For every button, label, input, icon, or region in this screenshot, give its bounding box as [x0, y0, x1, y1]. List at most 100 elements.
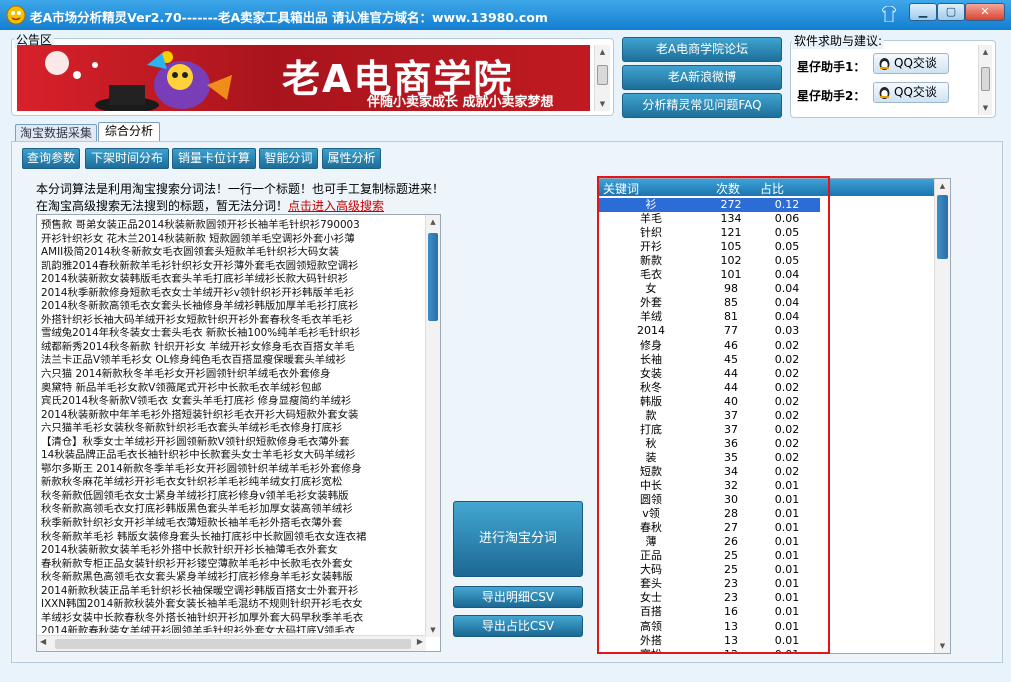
ratio-cell: 0.03	[774, 324, 800, 338]
export-ratio-button[interactable]: 导出占比CSV	[453, 615, 583, 637]
keyword-row[interactable]: 毛衣 101 0.04	[599, 268, 934, 282]
keyword-cell: 百搭	[640, 605, 662, 619]
keyword-row[interactable]: 外搭 13 0.01	[599, 634, 934, 648]
ratio-cell: 0.01	[757, 648, 817, 653]
count-cell: 85	[724, 296, 738, 310]
maximize-button[interactable]: ▢	[937, 3, 965, 21]
keyword-row[interactable]: 女装 44 0.02	[599, 367, 934, 381]
attribute-analysis-button[interactable]: 属性分析	[322, 148, 381, 169]
keyword-row[interactable]: 宽松 120.01	[599, 648, 934, 653]
faq-link-button[interactable]: 分析精灵常见问题FAQ	[622, 93, 782, 118]
smart-segment-button[interactable]: 智能分词	[259, 148, 318, 169]
weibo-link-button[interactable]: 老A新浪微博	[622, 65, 782, 90]
keyword-cell: 秋	[645, 436, 657, 450]
keyword-cell: 修身	[640, 338, 662, 352]
keyword-row[interactable]: 2014 77 0.03	[599, 324, 934, 338]
header-count[interactable]: 次数	[716, 180, 740, 197]
qq-chat-button-1[interactable]: QQ交谈	[873, 53, 949, 74]
count-cell: 23	[724, 591, 738, 605]
keyword-row[interactable]: 针织 121 0.05	[599, 226, 934, 240]
header-ratio[interactable]: 占比	[760, 180, 784, 197]
help-label: 软件求助与建议:	[792, 32, 885, 49]
ratio-cell: 0.02	[774, 338, 800, 352]
keyword-cell: 宽松	[621, 648, 681, 653]
keyword-row[interactable]: 短款 34 0.02	[599, 465, 934, 479]
keyword-row[interactable]: 打底 37 0.02	[599, 423, 934, 437]
keyword-cell: 女士	[640, 591, 662, 605]
count-cell: 105	[720, 240, 742, 254]
keyword-row[interactable]: 正品 25 0.01	[599, 549, 934, 563]
count-cell: 25	[724, 549, 738, 563]
keyword-row[interactable]: 开衫 105 0.05	[599, 240, 934, 254]
count-cell: 77	[724, 324, 738, 338]
titles-vertical-scrollbar[interactable]: ▲ ▼	[425, 215, 440, 637]
titles-textarea[interactable]: 预售款 哥弟女装正品2014秋装新款圆领开衫长袖羊毛针织衫790003 开衫针织…	[36, 214, 441, 652]
advanced-search-link[interactable]: 点击进入高级搜索	[288, 199, 384, 213]
close-button[interactable]: ✕	[965, 3, 1005, 21]
tab-analysis[interactable]: 综合分析	[98, 122, 160, 142]
shirt-icon[interactable]	[882, 6, 896, 22]
keyword-row[interactable]: 新款 102 0.05	[599, 254, 934, 268]
keyword-cell: 薄	[645, 535, 657, 549]
count-cell: 23	[724, 577, 738, 591]
ratio-cell: 0.04	[774, 310, 800, 324]
keyword-row[interactable]: 款 37 0.02	[599, 409, 934, 423]
keyword-row[interactable]: 秋 36 0.02	[599, 437, 934, 451]
keyword-row[interactable]: 修身 46 0.02	[599, 339, 934, 353]
sales-rank-button[interactable]: 销量卡位计算	[172, 148, 256, 169]
segment-button[interactable]: 进行淘宝分词	[453, 501, 583, 577]
keyword-table-scrollbar[interactable]: ▲ ▼	[934, 179, 950, 653]
keyword-cell: 女装	[640, 366, 662, 380]
description-line-2: 在淘宝高级搜索无法搜到的标题，暂无法分词！点击进入高级搜索	[36, 197, 384, 214]
count-cell: 45	[724, 352, 738, 366]
export-detail-button[interactable]: 导出明细CSV	[453, 586, 583, 608]
query-params-button[interactable]: 查询参数	[22, 148, 80, 169]
titles-text[interactable]: 预售款 哥弟女装正品2014秋装新款圆领开衫长袖羊毛针织衫790003 开衫针织…	[41, 219, 427, 633]
titles-horizontal-scrollbar[interactable]: ◀ ▶	[37, 635, 426, 651]
forum-link-button[interactable]: 老A电商学院论坛	[622, 37, 782, 62]
tab-taobao-data[interactable]: 淘宝数据采集	[15, 124, 97, 142]
delist-time-button[interactable]: 下架时间分布	[85, 148, 169, 169]
ratio-cell: 0.04	[774, 268, 800, 282]
keyword-row[interactable]: 秋冬 44 0.02	[599, 381, 934, 395]
keyword-row[interactable]: 装 35 0.02	[599, 451, 934, 465]
keyword-row[interactable]: 女 98 0.04	[599, 282, 934, 296]
keyword-table-header: 关键词 次数 占比	[599, 179, 934, 196]
keyword-row[interactable]: 薄 26 0.01	[599, 535, 934, 549]
keyword-row[interactable]: 套头 23 0.01	[599, 577, 934, 591]
keyword-row[interactable]: 衫 272 0.12	[599, 198, 820, 212]
keyword-row[interactable]: 外套 85 0.04	[599, 296, 934, 310]
keyword-row[interactable]: 春秋 27 0.01	[599, 521, 934, 535]
keyword-row[interactable]: 羊毛 134 0.06	[599, 212, 934, 226]
keyword-table[interactable]: 关键词 次数 占比 衫 272 0.12 羊毛 134 0.06 针织 121 0.05 开衫 10…	[598, 178, 951, 654]
qq-chat-button-2[interactable]: QQ交谈	[873, 82, 949, 103]
ratio-cell: 0.02	[774, 450, 800, 464]
keyword-row[interactable]: 羊绒 81 0.04	[599, 310, 934, 324]
keyword-cell: 款	[645, 408, 657, 422]
count-cell: 37	[724, 422, 738, 436]
keyword-row[interactable]: 韩版 40 0.02	[599, 395, 934, 409]
keyword-cell: 毛衣	[640, 268, 662, 282]
notice-scrollbar[interactable]: ▲ ▼	[594, 45, 610, 111]
minimize-button[interactable]: ▁	[909, 3, 937, 21]
qq-chat-label-2: QQ交谈	[894, 85, 937, 99]
keyword-row[interactable]: 高领 13 0.01	[599, 620, 934, 634]
keyword-row[interactable]: 百搭 16 0.01	[599, 605, 934, 619]
keyword-row[interactable]: 大码 25 0.01	[599, 563, 934, 577]
count-cell: 121	[720, 226, 742, 240]
keyword-row[interactable]: v领 28 0.01	[599, 507, 934, 521]
keyword-cell: 外套	[640, 296, 662, 310]
help-scrollbar[interactable]: ▲ ▼	[978, 45, 992, 115]
ratio-cell: 0.02	[774, 422, 800, 436]
ratio-cell: 0.01	[774, 521, 800, 535]
count-cell: 26	[724, 535, 738, 549]
keyword-cell: 女	[645, 282, 657, 296]
keyword-row[interactable]: 长袖 45 0.02	[599, 353, 934, 367]
penguin-icon	[879, 87, 890, 99]
keyword-row[interactable]: 圆领 30 0.01	[599, 493, 934, 507]
ratio-cell: 0.01	[774, 577, 800, 591]
keyword-row[interactable]: 中长 32 0.01	[599, 479, 934, 493]
notice-banner[interactable]: 老A电商学院 伴随小卖家成长 成就小卖家梦想	[17, 45, 590, 111]
header-keyword[interactable]: 关键词	[603, 180, 639, 197]
keyword-row[interactable]: 女士 23 0.01	[599, 591, 934, 605]
